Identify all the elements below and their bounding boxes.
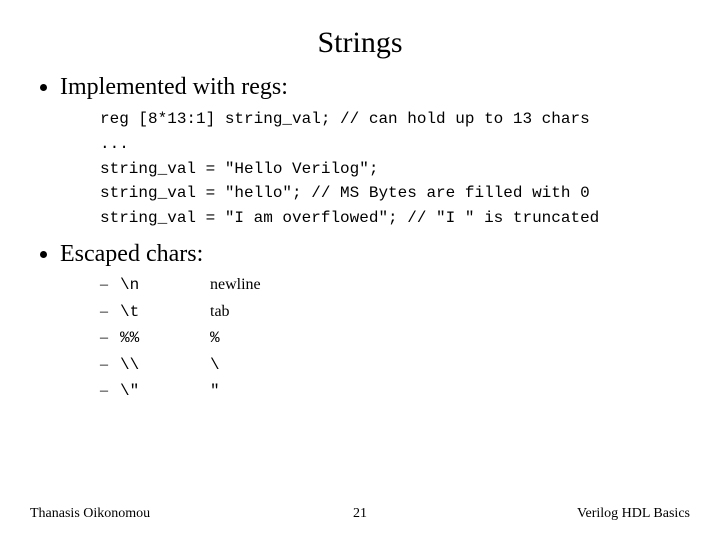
escaped-row: – \n newline [100,272,690,299]
code-line-3: string_val = "Hello Verilog"; [100,160,378,178]
bullet-escaped: Escaped chars: – \n newline – \t tab – %… [60,241,690,405]
escaped-code: \n [120,273,210,299]
escaped-desc: newline [210,272,261,298]
bullet-implemented-text: Implemented with regs: [60,74,288,100]
escaped-list: – \n newline – \t tab – %% % – \\ \ [100,272,690,405]
dash-icon: – [100,325,120,351]
code-block: reg [8*13:1] string_val; // can hold up … [100,107,690,231]
escaped-code: \\ [120,353,210,379]
dash-icon: – [100,299,120,325]
escaped-row: – \t tab [100,299,690,326]
escaped-desc: tab [210,299,230,325]
bullet-escaped-text: Escaped chars: [60,241,203,267]
code-line-2: ... [100,135,129,153]
dash-icon: – [100,272,120,298]
code-line-5: string_val = "I am overflowed"; // "I " … [100,209,599,227]
escaped-row: – \\ \ [100,352,690,379]
footer: Thanasis Oikonomou 21 Verilog HDL Basics [30,506,690,522]
escaped-code: \" [120,379,210,405]
slide-title: Strings [30,26,690,60]
code-line-4: string_val = "hello"; // MS Bytes are fi… [100,184,590,202]
escaped-code: \t [120,300,210,326]
escaped-desc: % [210,326,220,352]
dash-icon: – [100,378,120,404]
bullet-list: Implemented with regs: reg [8*13:1] stri… [42,74,690,405]
escaped-desc: " [210,379,220,405]
escaped-code: %% [120,326,210,352]
escaped-row: – \" " [100,378,690,405]
bullet-implemented: Implemented with regs: reg [8*13:1] stri… [60,74,690,231]
code-line-1: reg [8*13:1] string_val; // can hold up … [100,110,590,128]
footer-page-number: 21 [30,506,690,522]
dash-icon: – [100,352,120,378]
escaped-desc: \ [210,353,220,379]
escaped-row: – %% % [100,325,690,352]
slide: Strings Implemented with regs: reg [8*13… [0,0,720,540]
